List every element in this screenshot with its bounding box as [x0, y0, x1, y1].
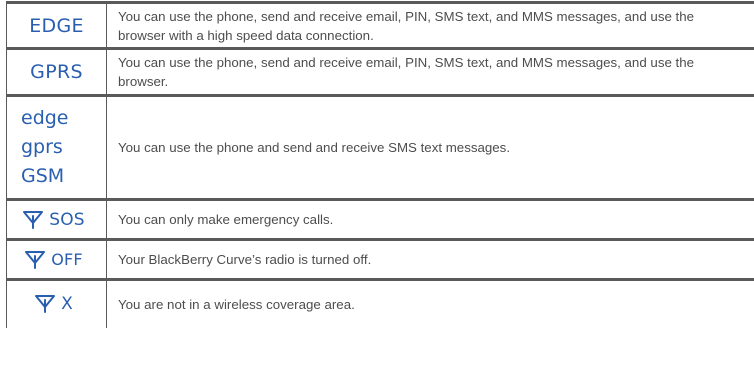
coverage-indicator-page: EDGE You can use the phone, send and rec… [0, 0, 754, 365]
row-description: You are not in a wireless coverage area. [118, 296, 355, 312]
indicator-cell: OFF [6, 238, 107, 280]
off-label: OFF [51, 250, 83, 269]
antenna-signal-icon [34, 294, 56, 314]
antenna-signal-icon [24, 250, 46, 270]
sos-indicator: SOS [7, 210, 106, 230]
table-row: GPRS You can use the phone, send and rec… [6, 47, 754, 96]
off-indicator: OFF [7, 250, 106, 270]
x-label: X [61, 294, 73, 315]
table-row: SOS You can only make emergency calls. [6, 198, 754, 240]
edge-lowercase-indicator: edge [21, 107, 69, 129]
description-cell: You can use the phone and send and recei… [106, 94, 754, 200]
table-row: OFF Your BlackBerry Curve’s radio is tur… [6, 238, 754, 280]
gsm-indicator: GSM [21, 165, 65, 187]
indicator-cell: GPRS [6, 47, 107, 96]
row-description: You can only make emergency calls. [118, 212, 334, 227]
row-description: You can use the phone and send and recei… [118, 140, 511, 155]
gprs-lowercase-indicator: gprs [21, 136, 63, 158]
description-cell: Your BlackBerry Curve’s radio is turned … [106, 238, 754, 280]
table-row: EDGE You can use the phone, send and rec… [6, 1, 754, 49]
description-cell: You can use the phone, send and receive … [106, 47, 754, 96]
row-description: You can use the phone, send and receive … [118, 55, 695, 89]
table-row: edge gprs GSM You can use the phone and … [6, 94, 754, 200]
sos-label: SOS [49, 209, 85, 230]
no-coverage-indicator: X [7, 294, 106, 314]
row-description: You can use the phone, send and receive … [118, 8, 695, 43]
indicator-cell: X [6, 278, 107, 328]
row-description: Your BlackBerry Curve’s radio is turned … [118, 252, 372, 267]
edge-indicator: EDGE [29, 14, 84, 37]
table-row: X You are not in a wireless coverage are… [6, 278, 754, 328]
indicator-cell: EDGE [6, 1, 107, 49]
description-cell: You are not in a wireless coverage area. [106, 278, 754, 328]
indicator-cell: SOS [6, 198, 107, 240]
network-status-table: EDGE You can use the phone, send and rec… [6, 1, 754, 328]
indicator-cell: edge gprs GSM [6, 94, 107, 200]
description-cell: You can use the phone, send and receive … [106, 1, 754, 49]
gprs-indicator: GPRS [30, 61, 83, 83]
antenna-signal-icon [22, 210, 44, 230]
description-cell: You can only make emergency calls. [106, 198, 754, 240]
